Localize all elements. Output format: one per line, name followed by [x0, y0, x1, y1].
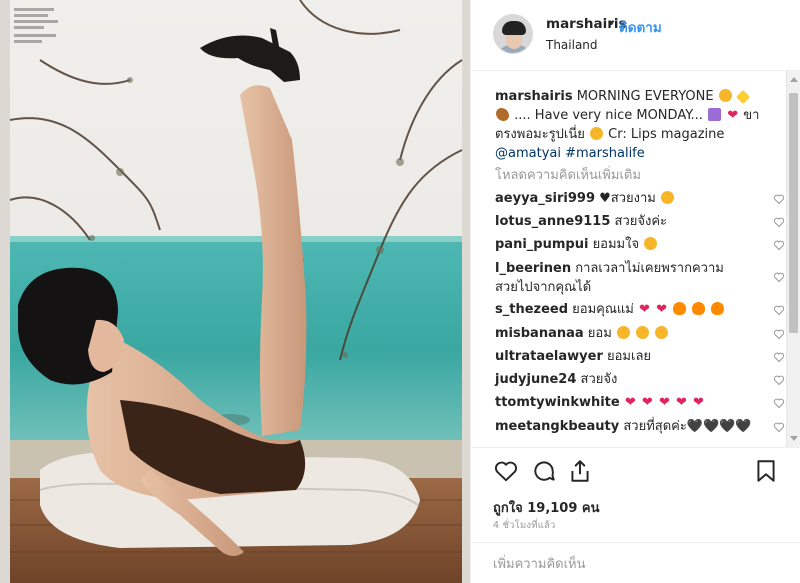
comment-text: ♥สวยงาม — [599, 191, 656, 206]
butterfly-emoji-icon — [496, 108, 509, 121]
red-heart-emoji-icon: ❤ — [676, 395, 687, 410]
comment-text: สวยที่สุดค่ะ🖤🖤🖤🖤 — [623, 419, 752, 434]
caption-text-2: .... Have very nice MONDAY... — [514, 108, 703, 123]
scrollbar-thumb[interactable] — [789, 93, 798, 333]
comment-row: judyjune24 สวยจัง — [495, 370, 785, 389]
comment-row: ttomtywinkwhite ❤ ❤ ❤ ❤ ❤ — [495, 393, 785, 412]
like-comment-heart-icon[interactable] — [773, 421, 785, 433]
comment-username[interactable]: l_beerinen — [495, 261, 571, 276]
comment-row: pani_pumpui ยอมมใจ — [495, 235, 785, 254]
load-more-comments-button[interactable]: โหลดความคิดเห็นเพิ่มเติม — [495, 164, 641, 185]
like-comment-heart-icon[interactable] — [773, 239, 785, 251]
instagram-post-view: marshairis • ติดตาม Thailand marshairis … — [0, 0, 800, 583]
comment-text: ยอม — [587, 326, 612, 341]
caption-text-1: MORNING EVERYONE — [576, 89, 714, 104]
red-heart-emoji-icon: ❤ — [693, 395, 704, 410]
bookmark-icon[interactable] — [753, 458, 779, 484]
share-icon[interactable] — [567, 458, 593, 484]
smile-emoji-icon — [590, 127, 604, 140]
comment-row: aeyya_siri999 ♥สวยงาม — [495, 189, 785, 208]
kiss-emoji-icon — [661, 191, 675, 204]
like-comment-heart-icon[interactable] — [773, 304, 785, 316]
comment-row: lotus_anne9115 สวยจังค่ะ — [495, 212, 785, 231]
fire-emoji-icon — [692, 302, 706, 315]
comments-scrollbar[interactable] — [786, 71, 800, 447]
add-comment-bar — [471, 542, 800, 583]
comment-text: สวยจัง — [580, 372, 618, 387]
post-header: marshairis • ติดตาม Thailand — [471, 0, 800, 71]
comment-username[interactable]: aeyya_siri999 — [495, 191, 595, 206]
like-comment-heart-icon[interactable] — [773, 193, 785, 205]
comment-text: ยอมคุณแม่ — [572, 302, 634, 317]
comment-row: misbananaa ยอม — [495, 324, 785, 343]
post-caption: marshairis MORNING EVERYONE .... Have ve… — [495, 87, 765, 163]
comment-username[interactable]: s_thezeed — [495, 302, 568, 317]
fire-emoji-icon — [711, 302, 725, 315]
post-actions: ถูกใจ 19,109 คน 4 ชั่วโมงที่แล้ว — [471, 447, 800, 583]
caption-text-4: Cr: Lips magazine — [608, 127, 725, 142]
red-heart-emoji-icon: ❤ — [658, 395, 670, 410]
red-heart-emoji-icon: ❤ — [641, 395, 653, 410]
comment-row: ultrataelawyer ยอมเลย — [495, 347, 785, 366]
likes-count[interactable]: ถูกใจ 19,109 คน — [493, 497, 600, 518]
comment-username[interactable]: pani_pumpui — [495, 237, 588, 252]
mention-link[interactable]: @amatyai — [495, 146, 561, 161]
comment-text: ยอมมใจ — [592, 237, 640, 252]
comment-row: meetangkbeauty สวยที่สุดค่ะ🖤🖤🖤🖤 — [495, 417, 785, 436]
comment-text: สวยจังค่ะ — [614, 214, 668, 229]
post-photo[interactable] — [0, 0, 470, 583]
comment-username[interactable]: ttomtywinkwhite — [495, 395, 620, 410]
avatar-figure-hair — [502, 21, 526, 35]
avatar[interactable] — [493, 14, 533, 54]
separator-dot: • — [607, 16, 615, 32]
fire-emoji-icon — [673, 302, 687, 315]
red-heart-emoji-icon: ❤ — [656, 302, 667, 317]
red-heart-emoji-icon: ❤ — [639, 302, 650, 317]
hashtag-link[interactable]: #marshalife — [565, 146, 645, 161]
kiss-emoji-icon — [616, 326, 630, 339]
kiss-emoji-icon — [655, 326, 669, 339]
like-comment-heart-icon[interactable] — [773, 374, 785, 386]
sun-emoji-icon — [735, 89, 750, 105]
comment-username[interactable]: lotus_anne9115 — [495, 214, 610, 229]
follow-button[interactable]: ติดตาม — [619, 16, 662, 38]
comment-icon[interactable] — [531, 458, 557, 484]
comment-username[interactable]: meetangkbeauty — [495, 419, 619, 434]
scroll-up-arrow-icon[interactable] — [790, 77, 798, 82]
like-comment-heart-icon[interactable] — [773, 216, 785, 228]
red-heart-emoji-icon: ❤ — [727, 108, 739, 123]
scroll-down-arrow-icon[interactable] — [790, 436, 798, 441]
smile-emoji-icon — [718, 89, 732, 102]
location-link[interactable]: Thailand — [546, 38, 598, 52]
comment-username[interactable]: judyjune24 — [495, 372, 576, 387]
comments-list[interactable]: marshairis MORNING EVERYONE .... Have ve… — [471, 71, 800, 447]
photo-artwork — [0, 0, 470, 583]
post-timestamp[interactable]: 4 ชั่วโมงที่แล้ว — [493, 518, 556, 533]
comment-text: ยอมเลย — [607, 349, 652, 364]
peace-emoji-icon — [708, 108, 722, 121]
comment-row: l_beerinen กาลเวลาไม่เคยพรากความสวยไปจาก… — [495, 259, 735, 297]
red-heart-emoji-icon: ❤ — [624, 395, 636, 410]
comment-row: s_thezeed ยอมคุณแม่ ❤ ❤ — [495, 300, 785, 319]
like-comment-heart-icon[interactable] — [773, 397, 785, 409]
kiss-emoji-icon — [636, 326, 650, 339]
caption-username[interactable]: marshairis — [495, 89, 573, 104]
comment-username[interactable]: misbananaa — [495, 326, 584, 341]
kiss-emoji-icon — [644, 237, 658, 250]
comment-username[interactable]: ultrataelawyer — [495, 349, 603, 364]
add-comment-input[interactable] — [493, 553, 773, 575]
post-side-panel: marshairis • ติดตาม Thailand marshairis … — [470, 0, 800, 583]
heart-icon[interactable] — [493, 458, 519, 484]
like-comment-heart-icon[interactable] — [773, 271, 785, 283]
like-comment-heart-icon[interactable] — [773, 351, 785, 363]
like-comment-heart-icon[interactable] — [773, 328, 785, 340]
